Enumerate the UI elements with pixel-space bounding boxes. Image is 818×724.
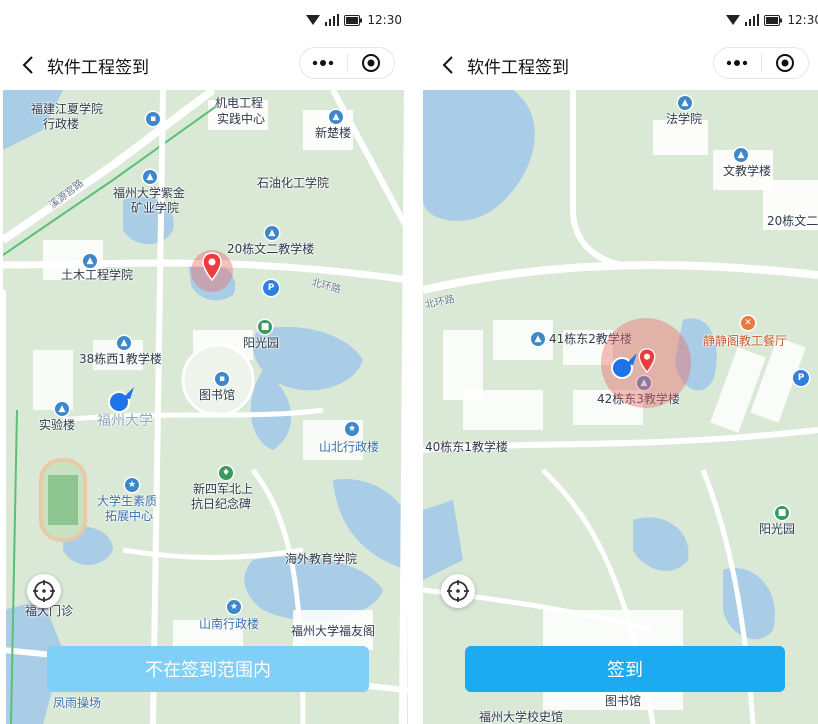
map-label-xiaoyou: 福州大学福友阁 <box>291 624 376 638</box>
map-label-jidian: 机电工程 <box>215 96 264 110</box>
back-button[interactable] <box>435 52 461 78</box>
map-label-zijin-college: 矿业学院 <box>131 201 180 215</box>
poi-school-icon[interactable]: ▲ <box>143 170 157 184</box>
right-phone-screen: 12:30 软件工程签到 <box>423 0 818 724</box>
nav-bar: 软件工程签到 <box>423 40 818 90</box>
map-label-shannan: 山南行政楼 <box>199 617 260 631</box>
poi-library-icon[interactable]: ▪ <box>215 372 229 386</box>
map-label-xinsijun-memorial: 抗日纪念碑 <box>191 497 252 511</box>
target-close-icon <box>775 54 794 72</box>
target-close-icon <box>361 54 380 72</box>
map-label-yangguang: 阳光园 <box>759 522 796 536</box>
poi-school-icon[interactable]: ▲ <box>265 226 279 240</box>
map-label-tumu: 土木工程学院 <box>61 268 134 282</box>
poi-monument-icon[interactable]: ♦ <box>219 466 233 480</box>
map-label-zijin: 福州大学紫金 <box>113 186 186 200</box>
map-label-fj-jiangxia-admin: 行政楼 <box>43 117 80 131</box>
map-view[interactable]: 福建江夏学院 行政楼 ▪ 机电工程 实践中心 ▲ 新楚楼 溪源宫路 ▲ 福州大学… <box>3 90 408 724</box>
status-time: 12:30 <box>367 13 402 27</box>
status-icons: 12:30 <box>306 12 402 28</box>
parking-icon[interactable]: P <box>263 280 279 296</box>
close-button[interactable] <box>347 48 394 78</box>
map-label-wen20: 20栋文二教学楼 <box>227 242 315 256</box>
poi-admin-icon[interactable]: ★ <box>227 600 241 614</box>
map-label-jingjingge: 静静阁教工餐厅 <box>703 334 788 348</box>
map-label-wen20: 20栋文二 <box>767 214 818 228</box>
map-label-shanbei: 山北行政楼 <box>319 440 380 454</box>
map-label-shihua: 石油化工学院 <box>257 176 330 190</box>
poi-school-icon[interactable]: ▲ <box>83 254 97 268</box>
poi-school-icon[interactable]: ▲ <box>329 110 343 124</box>
poi-school-icon[interactable]: ▲ <box>678 96 692 110</box>
status-bar: 12:30 <box>423 0 818 40</box>
map-label-xsfz-center: 拓展中心 <box>105 509 154 523</box>
map-label-xinsijun: 新四军北上 <box>193 482 254 496</box>
more-button[interactable] <box>300 48 347 78</box>
poi-park-icon[interactable]: ■ <box>258 320 272 334</box>
map-label-dong40: 40栋东1教学楼 <box>425 440 508 454</box>
checkin-button[interactable]: 签到 <box>465 646 785 692</box>
parking-icon[interactable]: P <box>793 370 809 386</box>
page-title: 软件工程签到 <box>467 58 569 78</box>
map-label-wenjiaoxue: 文教学楼 <box>723 164 772 178</box>
map-label-jidian-center: 实践中心 <box>217 112 266 126</box>
map-label-fj-jiangxia: 福建江夏学院 <box>31 102 104 116</box>
signal-icon <box>745 14 760 26</box>
nav-bar: 软件工程签到 <box>3 40 408 90</box>
heading-arrow-icon <box>626 353 637 365</box>
mini-program-capsule <box>713 47 809 79</box>
poi-school-icon[interactable]: ★ <box>125 478 139 492</box>
poi-school-icon[interactable]: ▲ <box>55 402 69 416</box>
map-label-xiaoshiguan: 福州大学校史馆 <box>479 710 564 724</box>
location-pin-icon <box>202 252 222 282</box>
location-pin-icon <box>638 348 656 374</box>
map-label-shiyan: 实验楼 <box>39 418 76 432</box>
map-label-tushuguan: 图书馆 <box>605 694 642 708</box>
more-dots-icon <box>727 60 748 66</box>
mini-program-capsule <box>299 47 395 79</box>
map-label-haiwai: 海外教育学院 <box>285 552 358 566</box>
map-label-xinchu: 新楚楼 <box>315 126 352 140</box>
poi-restaurant-icon[interactable]: ✕ <box>741 316 755 330</box>
map-label-faxueyuan: 法学院 <box>666 112 703 126</box>
locate-button[interactable] <box>441 574 475 608</box>
chevron-left-icon <box>22 56 33 74</box>
battery-icon <box>764 14 783 26</box>
poi-school-icon[interactable]: ▲ <box>117 336 131 350</box>
map-label-xi38: 38栋西1教学楼 <box>79 352 162 366</box>
poi-admin-icon[interactable]: ★ <box>345 422 359 436</box>
map-label-xsfz: 大学生素质 <box>97 494 158 508</box>
map-label-fengyu: 凤雨操场 <box>53 696 102 710</box>
battery-icon <box>344 14 363 26</box>
checkin-button-disabled[interactable]: 不在签到范围内 <box>47 646 369 692</box>
more-button[interactable] <box>714 48 761 78</box>
status-bar: 12:30 <box>3 0 408 40</box>
wifi-icon <box>306 15 321 25</box>
locate-crosshair-icon <box>447 580 469 602</box>
status-time: 12:30 <box>787 13 818 27</box>
map-label-fuzhou-university: 福州大学 <box>97 413 153 429</box>
chevron-left-icon <box>442 56 453 74</box>
status-icons: 12:30 <box>726 12 818 28</box>
poi-school-icon[interactable]: ▲ <box>734 148 748 162</box>
poi-park-icon[interactable]: ■ <box>775 506 789 520</box>
poi-school-icon[interactable]: ▲ <box>531 332 545 346</box>
poi-bus-icon[interactable]: ▪ <box>146 112 160 126</box>
page-title: 软件工程签到 <box>47 58 149 78</box>
left-phone-screen: 12:30 软件工程签到 福建江夏学院 行政楼 ▪ 机电工程 实践中心 ▲ 新楚… <box>3 0 408 724</box>
map-label-tushuguan: 图书馆 <box>199 388 236 402</box>
map-view[interactable]: ▲ 法学院 ▲ 文教学楼 20栋文二 北环路 ▲ 41栋东2教学楼 ✕ 静静阁教… <box>423 90 818 724</box>
map-label-yangguang: 阳光园 <box>243 336 280 350</box>
locate-button[interactable] <box>27 574 61 608</box>
signal-icon <box>325 14 340 26</box>
heading-arrow-icon <box>123 387 134 399</box>
more-dots-icon <box>313 60 334 66</box>
locate-crosshair-icon <box>33 580 55 602</box>
map-background <box>423 90 818 724</box>
wifi-icon <box>726 15 741 25</box>
back-button[interactable] <box>15 52 41 78</box>
close-button[interactable] <box>761 48 808 78</box>
